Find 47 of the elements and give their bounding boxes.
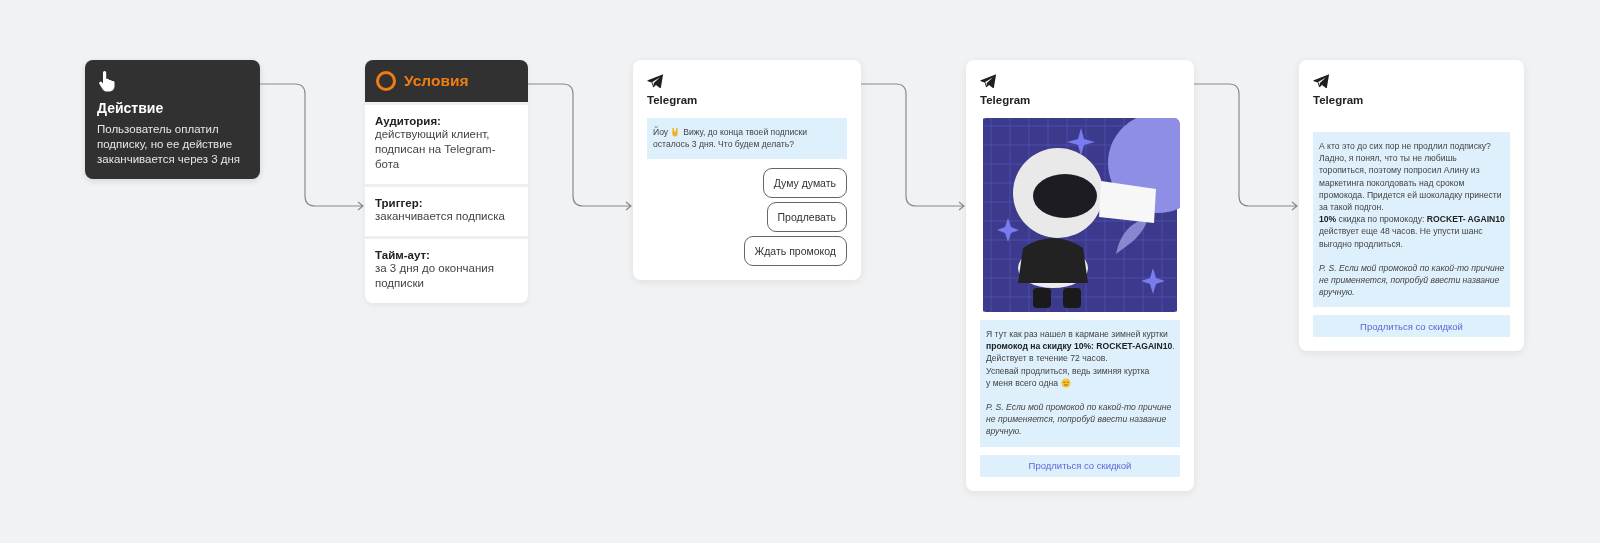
paper-plane-icon [1313, 74, 1329, 88]
pointing-hand-icon [97, 70, 117, 92]
condition-label: Аудитория: [375, 115, 442, 127]
condition-label: Тайм-аут: [375, 249, 431, 261]
message-text: Йоу [653, 126, 669, 139]
message-text: Я тут как раз нашел в кармане зимней куртки [986, 328, 1168, 341]
message-text: не применяется, попробуй ввести название [1319, 274, 1500, 287]
reply-button[interactable]: Думу думать [762, 168, 847, 199]
condition-value: заканчивается подписка [375, 209, 506, 224]
message-text: P. S. Если мой промокод по какой-то причине [1319, 261, 1505, 275]
message-text: торопиться, поэтому попросил Алину из [1319, 164, 1480, 177]
message-text: вручную. [1319, 286, 1355, 299]
message-text: 10% скидка по промокоду: ROCKET- AGAIN10 [1319, 213, 1505, 226]
action-text: Пользователь оплатил подписку, но ее действие заканчивается через 3 дня [97, 122, 242, 167]
message-text: Успевай продлиться, ведь зимняя куртка [986, 364, 1150, 377]
message-text: осталось 3 дня. Что будем делать? [653, 138, 794, 151]
message-text: вручную. [986, 425, 1022, 438]
paper-plane-icon [980, 74, 996, 88]
message-text: выгодно продлиться. [1319, 237, 1403, 250]
ring-icon [376, 71, 396, 91]
action-title: Действие [97, 100, 165, 116]
message-text: P. S. Если мой промокод по какой-то причине [986, 401, 1172, 414]
conditions-title: Условия [404, 72, 469, 90]
discount-button[interactable]: Продлиться со скидкой [1313, 315, 1510, 338]
message-text: Ладно, я понял, что ты не любишь [1319, 152, 1457, 165]
discount-button[interactable]: Продлиться со скидкой [980, 454, 1180, 477]
condition-label: Триггер: [375, 197, 424, 209]
reply-button[interactable]: Ждать промокод [743, 236, 847, 267]
hand-sign-icon [671, 127, 681, 138]
message-text: Вижу, до конца твоей подписки [683, 126, 808, 139]
message-text: А кто это до сих пор не продлил подписку? [1319, 140, 1491, 153]
condition-value: действующий клиент, подписан на Telegram-бота [375, 127, 497, 172]
message-text: не применяется, попробуй ввести название [986, 413, 1167, 426]
message-text: промокод на скидку 10%: ROCKET-AGAIN10. [986, 340, 1175, 353]
message-text: маркетинга поколдовать над сроком [1319, 176, 1465, 189]
message-text: за такой подгон. [1319, 201, 1384, 214]
message-text: действует еще 48 часов. Не упусти шанс [1319, 225, 1483, 238]
paper-plane-icon [647, 74, 663, 88]
condition-value: за 3 дня до окончания подписки [375, 261, 495, 291]
reply-button[interactable]: Продлевать [766, 202, 847, 233]
app-name: Telegram [647, 94, 699, 106]
message-text: у меня всего одна [986, 376, 1058, 389]
app-name: Telegram [1313, 94, 1365, 106]
message-text: Действует в течение 72 часов. [986, 352, 1108, 365]
face-emoji-icon [1060, 377, 1071, 388]
app-name: Telegram [980, 94, 1032, 106]
message-text: промокода. Придется ей шоколадку принести [1319, 188, 1502, 201]
